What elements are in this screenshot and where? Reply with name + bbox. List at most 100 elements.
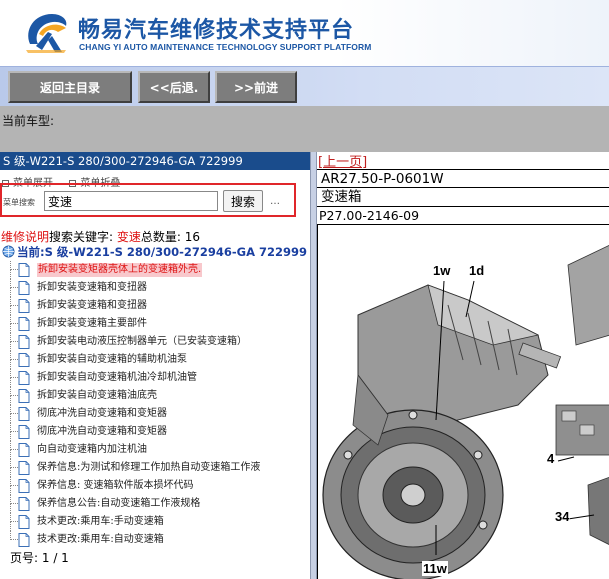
- search-button[interactable]: 搜索: [223, 190, 263, 212]
- document-title: 变速箱: [317, 187, 609, 207]
- tree-item[interactable]: 拆卸安装自动变速箱机油冷却机油管: [0, 369, 310, 387]
- panel-splitter[interactable]: [310, 152, 317, 579]
- current-model-label: 当前车型:: [2, 114, 55, 128]
- tree-connector: [10, 297, 18, 306]
- tree-item[interactable]: 保养信息公告:自动变速箱工作液规格: [0, 495, 310, 513]
- document-icon: [18, 443, 30, 457]
- tree-item-label[interactable]: 拆卸安装变矩器壳体上的变速箱外壳.: [37, 263, 203, 277]
- tree-connector: [10, 342, 11, 351]
- tree-connector: [10, 495, 18, 504]
- count-value: 16: [184, 230, 201, 244]
- tree-item-label[interactable]: 拆卸安装自动变速箱油底壳: [37, 389, 157, 403]
- tree-connector: [10, 522, 11, 531]
- tree-connector: [10, 450, 11, 459]
- document-icon: [18, 425, 30, 439]
- tree-connector: [10, 477, 18, 486]
- tree-connector: [10, 486, 11, 495]
- document-icon: [18, 263, 30, 277]
- search-label: 菜单搜索: [3, 198, 35, 207]
- tree-connector: [10, 441, 18, 450]
- tree-item[interactable]: 拆卸安装变矩器壳体上的变速箱外壳.: [0, 261, 310, 279]
- tree-item-label[interactable]: 保养信息公告:自动变速箱工作液规格: [37, 497, 200, 511]
- tree-item[interactable]: 拆卸安装电动液压控制器单元（已安装变速箱）: [0, 333, 310, 351]
- tree-connector: [10, 414, 11, 423]
- tree-item[interactable]: 保养信息:为测试和修理工作加热自动变速箱工作液: [0, 459, 310, 477]
- model-title-bar: S 级-W221-S 280/300-272946-GA 722999: [0, 152, 310, 170]
- callout-1w: 1w: [432, 263, 452, 278]
- tree-item[interactable]: 拆卸安装变速箱主要部件: [0, 315, 310, 333]
- transmission-figure: 1w 1d 4 34 11w: [317, 224, 609, 579]
- tree-root[interactable]: 当前:S 级-W221-S 280/300-272946-GA 722999: [2, 244, 307, 260]
- tree-item[interactable]: 保养信息: 变速箱软件版本损坏代码: [0, 477, 310, 495]
- back-button[interactable]: <<后退.: [138, 71, 210, 103]
- tree-connector: [10, 468, 11, 477]
- document-icon: [18, 281, 30, 295]
- tree-item[interactable]: 技术更改:乘用车:手动变速箱: [0, 513, 310, 531]
- tree-connector: [10, 306, 11, 315]
- tree-connector: [10, 531, 18, 540]
- tree-item[interactable]: 向自动变速箱内加注机油: [0, 441, 310, 459]
- tree-root-label: 当前:S 级-W221-S 280/300-272946-GA 722999: [17, 245, 308, 259]
- callout-11w: 11w: [422, 561, 448, 576]
- search-area: 菜单搜索 搜索 …: [0, 183, 296, 217]
- tree-connector: [10, 396, 11, 405]
- tree-connector: [10, 369, 18, 378]
- document-icon: [18, 461, 30, 475]
- document-icon: [18, 389, 30, 403]
- tree-item-label[interactable]: 彻底冲洗自动变速箱和变矩器: [37, 407, 167, 421]
- tree-item[interactable]: 彻底冲洗自动变速箱和变矩器: [0, 405, 310, 423]
- tree-item-label[interactable]: 拆卸安装变速箱和变扭器: [37, 281, 147, 295]
- right-panel: [上一页] AR27.50-P-0601W 变速箱 P27.00-2146-09: [317, 152, 609, 579]
- left-panel: S 级-W221-S 280/300-272946-GA 722999 菜单展开…: [0, 152, 310, 579]
- document-icon: [18, 299, 30, 313]
- tree-connector: [10, 261, 18, 270]
- tree-connector: [10, 360, 11, 369]
- tree-connector: [10, 504, 11, 513]
- pager: 页号: 1 / 1: [10, 549, 69, 566]
- tree-item-label[interactable]: 拆卸安装变速箱主要部件: [37, 317, 147, 331]
- keyword-label: 搜索关键字:: [49, 230, 114, 244]
- prev-page-link[interactable]: [上一页]: [318, 152, 367, 170]
- result-prefix: 维修说明: [1, 230, 50, 244]
- tree-item-label[interactable]: 拆卸安装电动液压控制器单元（已安装变速箱）: [37, 335, 247, 349]
- document-icon: [18, 533, 30, 547]
- forward-button[interactable]: >>前进: [215, 71, 297, 103]
- callout-1d: 1d: [468, 263, 486, 278]
- nav-bar: 返回主目录 <<后退. >>前进: [0, 66, 609, 106]
- tree-item[interactable]: 技术更改:乘用车:自动变速箱: [0, 531, 310, 549]
- tree-connector: [10, 315, 18, 324]
- tree-item[interactable]: 拆卸安装自动变速箱油底壳: [0, 387, 310, 405]
- tree-item[interactable]: 拆卸安装变速箱和变扭器: [0, 297, 310, 315]
- brand-subtitle: CHANG YI AUTO MAINTENANCE TECHNOLOGY SUP…: [79, 42, 372, 52]
- tree-item-label[interactable]: 拆卸安装自动变速箱机油冷却机油管: [37, 371, 197, 385]
- tree-connector: [10, 279, 18, 288]
- search-input[interactable]: [44, 191, 218, 211]
- pager-value: 1 / 1: [41, 551, 69, 565]
- tree-connector: [10, 378, 11, 387]
- tree-connector: [10, 405, 18, 414]
- tree-item-label[interactable]: 拆卸安装自动变速箱的辅助机油泵: [37, 353, 187, 367]
- tree-item-label[interactable]: 向自动变速箱内加注机油: [37, 443, 147, 457]
- tree-item-label[interactable]: 彻底冲洗自动变速箱和变矩器: [37, 425, 167, 439]
- document-icon: [18, 353, 30, 367]
- globe-icon: [2, 245, 15, 258]
- tree-item-label[interactable]: 拆卸安装变速箱和变扭器: [37, 299, 147, 313]
- home-button[interactable]: 返回主目录: [8, 71, 132, 103]
- document-icon: [18, 371, 30, 385]
- tree-connector: [10, 351, 18, 360]
- transmission-drawing: [322, 245, 609, 579]
- document-icon: [18, 497, 30, 511]
- current-model-bar: 当前车型:: [0, 106, 609, 152]
- tree-item-label[interactable]: 技术更改:乘用车:自动变速箱: [37, 533, 164, 547]
- tree-connector: [10, 288, 11, 297]
- tree-item-label[interactable]: 保养信息: 变速箱软件版本损坏代码: [37, 479, 194, 493]
- tree-item-label[interactable]: 技术更改:乘用车:手动变速箱: [37, 515, 164, 529]
- tree-item[interactable]: 拆卸安装自动变速箱的辅助机油泵: [0, 351, 310, 369]
- document-code: AR27.50-P-0601W: [317, 169, 609, 188]
- tree-item[interactable]: 拆卸安装变速箱和变扭器: [0, 279, 310, 297]
- callout-4: 4: [546, 451, 556, 466]
- tree-connector: [10, 513, 18, 522]
- tree-item[interactable]: 彻底冲洗自动变速箱和变矩器: [0, 423, 310, 441]
- tree-item-label[interactable]: 保养信息:为测试和修理工作加热自动变速箱工作液: [37, 461, 260, 475]
- search-result-summary: 维修说明搜索关键字: 变速总数量: 16: [1, 228, 200, 245]
